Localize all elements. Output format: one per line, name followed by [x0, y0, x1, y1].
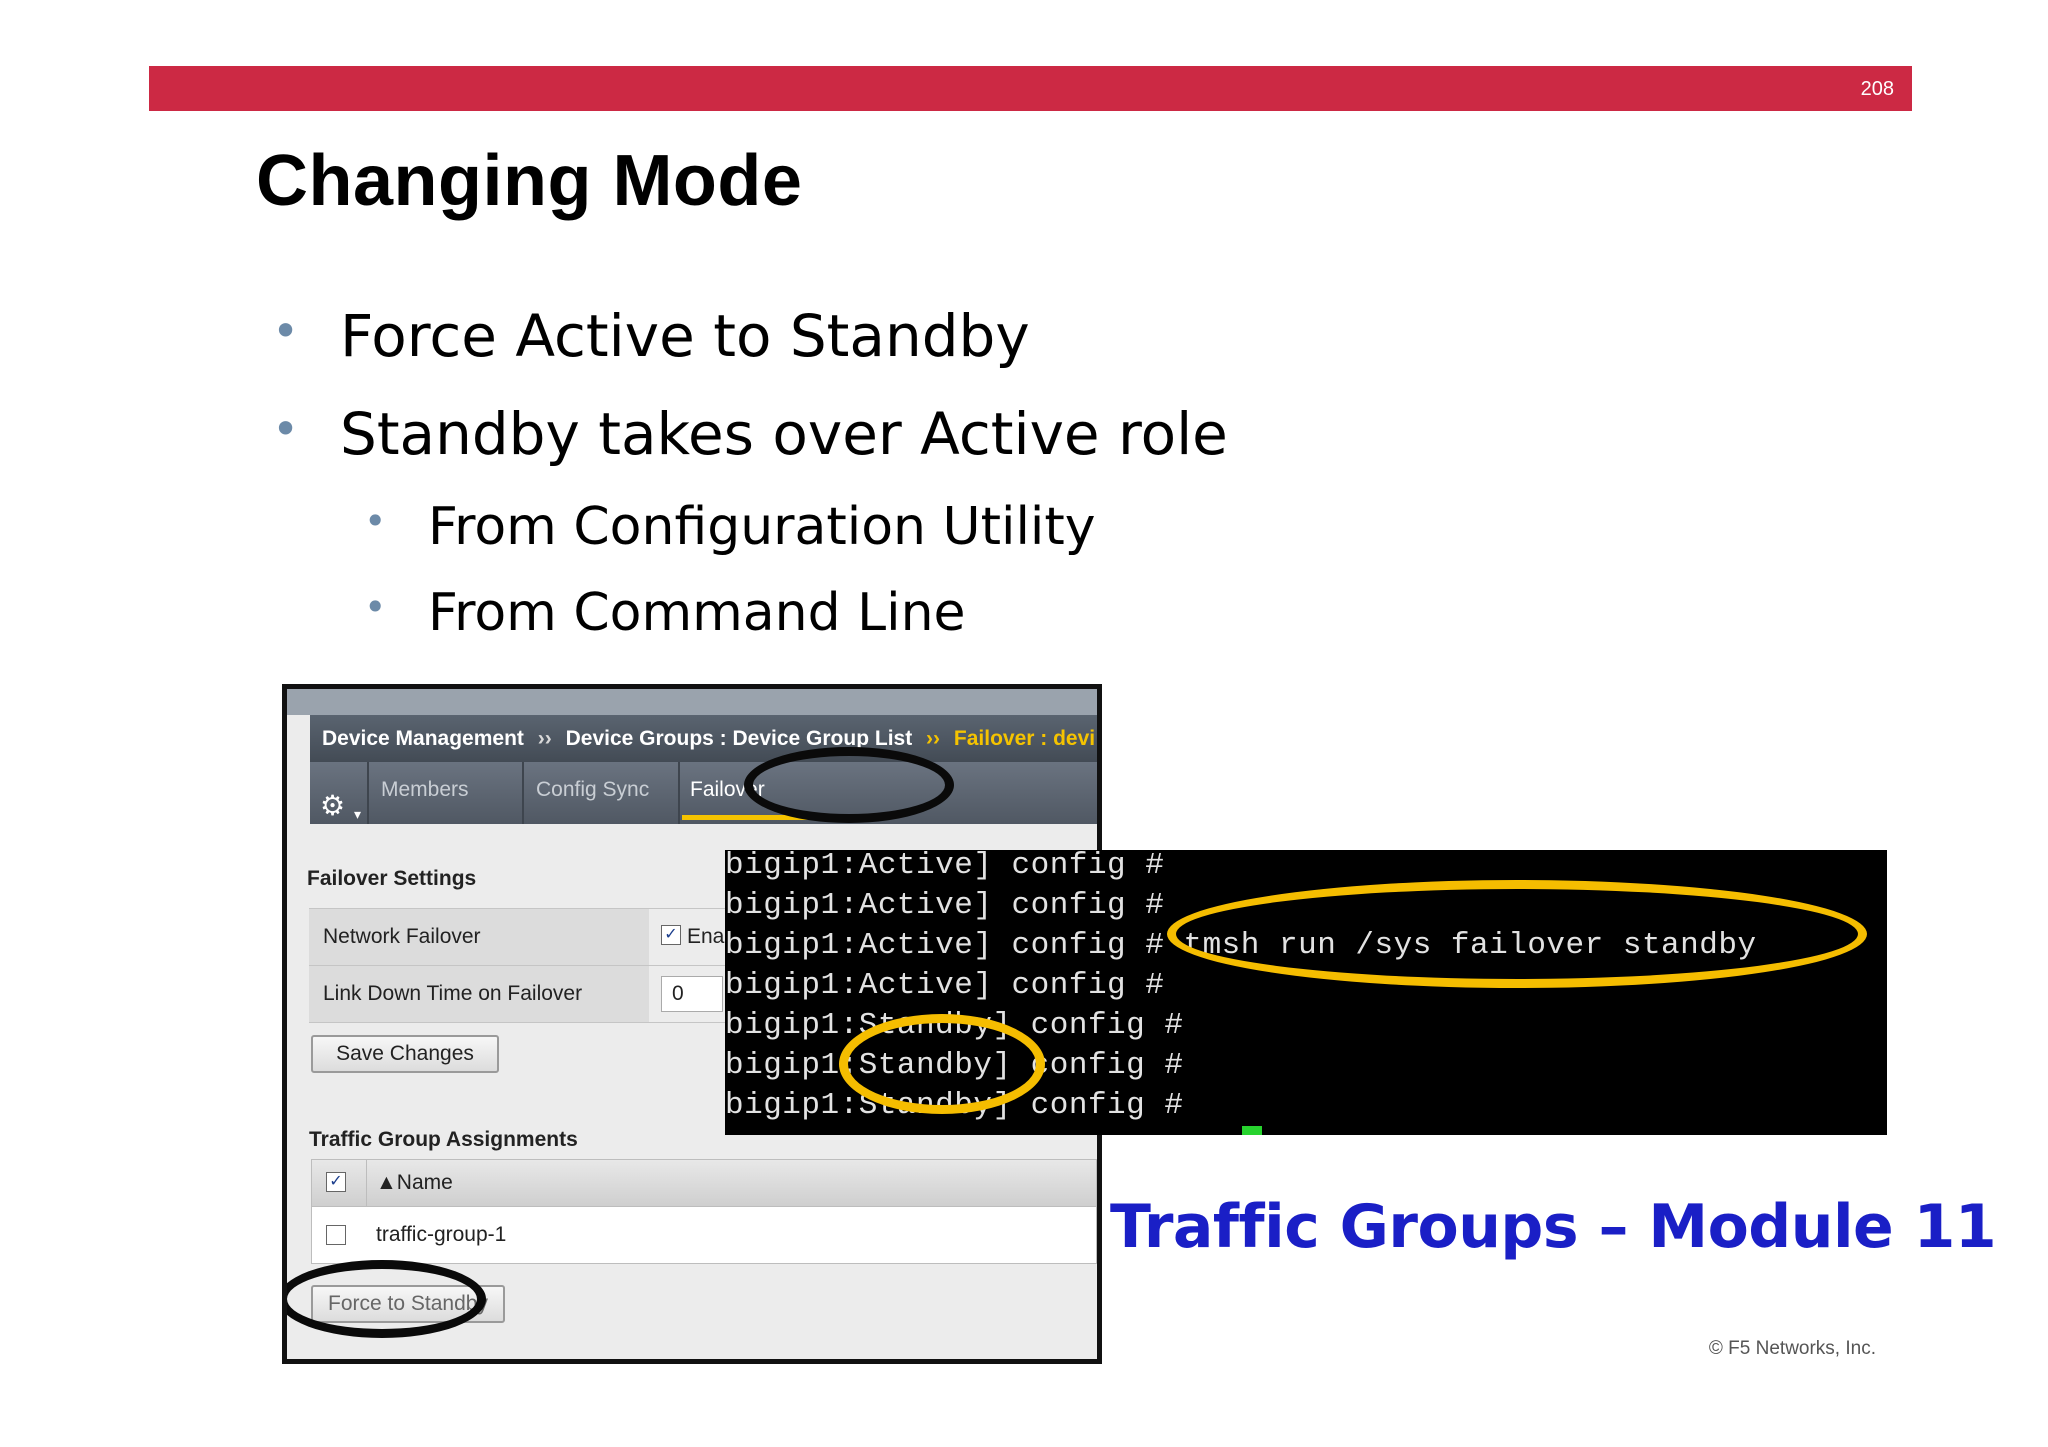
page-number: 208: [1860, 78, 1894, 100]
breadcrumb-separator: ››: [537, 727, 552, 750]
command-line-screenshot: bigip1:Active] config # bigip1:Active] c…: [725, 850, 1887, 1135]
bullet-dot-icon: •: [364, 585, 387, 629]
terminal-cursor: [1242, 1126, 1262, 1135]
breadcrumb: Device Management ›› Device Groups : Dev…: [310, 715, 1097, 762]
terminal-line: bigip1:Active] config #: [725, 888, 1165, 923]
link-down-row: Link Down Time on Failover 0: [309, 966, 729, 1023]
sub-bullet-2: • From Command Line: [364, 583, 966, 643]
gear-icon: ⚙: [320, 790, 346, 821]
link-down-input[interactable]: 0: [661, 976, 723, 1013]
sub-bullet-1: • From Configuration Utility: [364, 497, 1096, 557]
header-bar: 208: [149, 66, 1912, 111]
ui-top-strip: [287, 689, 1097, 715]
link-down-label: Link Down Time on Failover: [309, 966, 649, 1022]
bullet-2-text: Standby takes over Active role: [340, 400, 1228, 468]
traffic-group-name[interactable]: traffic-group-1: [376, 1212, 506, 1258]
sub-bullet-2-text: From Command Line: [428, 583, 966, 643]
standby-highlight-ring: [839, 1014, 1045, 1114]
breadcrumb-device-management[interactable]: Device Management: [322, 727, 524, 750]
traffic-group-table: ✓ ▲Name traffic-group-1: [311, 1159, 1097, 1264]
failover-settings-title: Failover Settings: [307, 867, 477, 890]
terminal-line: bigip1:Active] config #: [725, 850, 1165, 883]
tab-config-sync[interactable]: Config Sync: [524, 762, 680, 824]
save-changes-button[interactable]: Save Changes: [311, 1035, 499, 1073]
network-failover-row: Network Failover ✓ Ena: [309, 909, 729, 966]
select-all-checkbox[interactable]: ✓: [326, 1172, 346, 1192]
column-divider: [366, 1160, 367, 1206]
network-failover-value: ✓ Ena: [649, 909, 724, 965]
network-failover-label: Network Failover: [309, 909, 649, 965]
breadcrumb-separator: ››: [926, 727, 941, 750]
bullet-1-text: Force Active to Standby: [340, 302, 1030, 370]
bullet-dot-icon: •: [272, 304, 300, 358]
network-failover-checkbox[interactable]: ✓: [661, 925, 681, 946]
failover-settings-table: Network Failover ✓ Ena Link Down Time on …: [309, 908, 729, 1023]
settings-menu-button[interactable]: ⚙ ▾: [310, 762, 369, 824]
module-reference: Traffic Groups – Module 11: [1110, 1192, 1997, 1262]
bullet-2: • Standby takes over Active role: [272, 400, 1228, 468]
bullet-1: • Force Active to Standby: [272, 302, 1030, 370]
network-failover-enabled-text: Ena: [687, 925, 725, 948]
table-header: ✓ ▲Name: [312, 1160, 1096, 1207]
tab-bar: ⚙ ▾ Members Config Sync Failover: [310, 762, 1097, 824]
failover-tab-highlight-ring: [744, 747, 954, 823]
slide-title: Changing Mode: [256, 141, 803, 221]
copyright: © F5 Networks, Inc.: [1708, 1338, 1876, 1359]
chevron-down-icon: ▾: [354, 806, 362, 822]
bullet-dot-icon: •: [364, 499, 387, 543]
terminal-line: bigip1:Active] config #: [725, 968, 1165, 1003]
link-down-value: 0: [649, 966, 723, 1022]
row-checkbox[interactable]: [326, 1225, 346, 1245]
traffic-group-assignments-title: Traffic Group Assignments: [309, 1128, 578, 1151]
command-highlight-ring: [1167, 880, 1867, 988]
table-row: traffic-group-1: [312, 1207, 1096, 1263]
sub-bullet-1-text: From Configuration Utility: [428, 497, 1096, 557]
breadcrumb-failover: Failover : devi: [953, 727, 1096, 750]
tab-members[interactable]: Members: [369, 762, 524, 824]
name-column-header[interactable]: ▲Name: [376, 1160, 453, 1206]
bullet-dot-icon: •: [272, 402, 300, 456]
force-button-highlight-ring: [287, 1260, 486, 1338]
